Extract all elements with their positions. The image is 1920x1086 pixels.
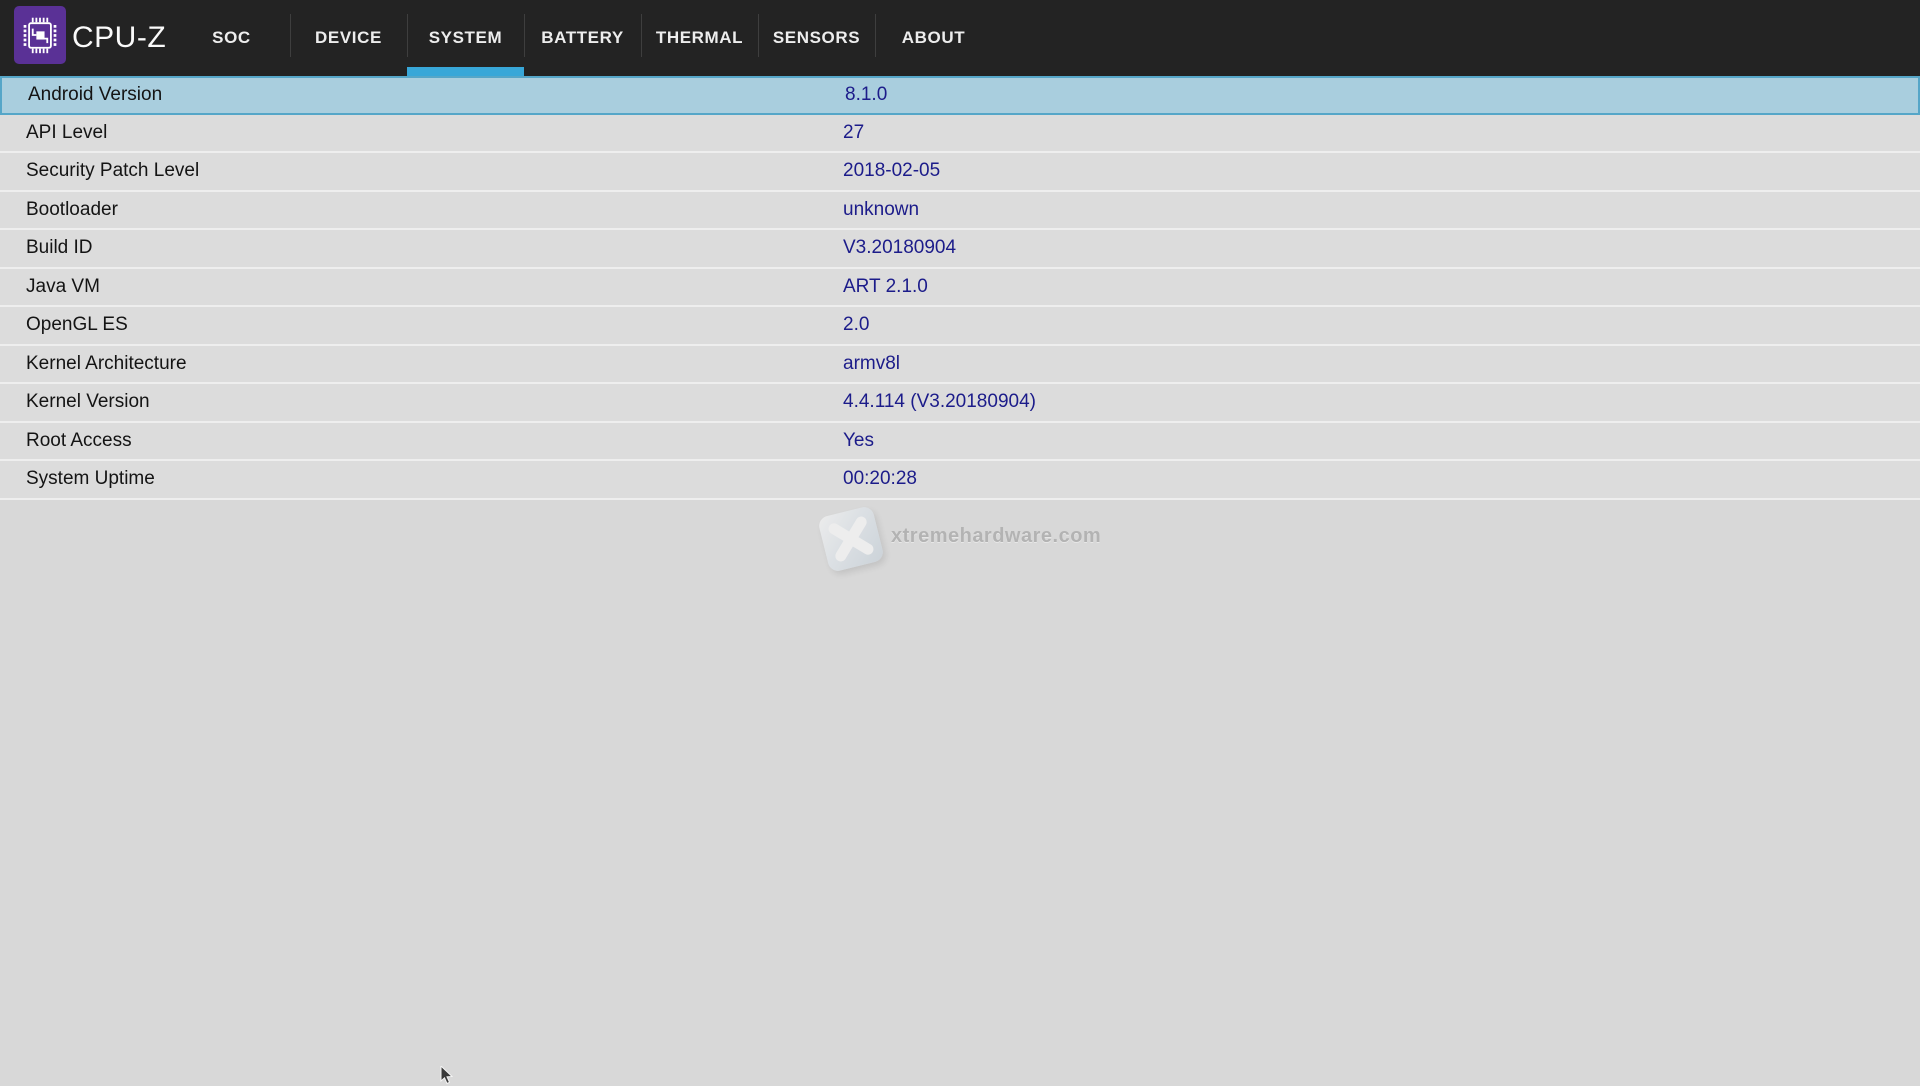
row-value: 2018-02-05 xyxy=(843,160,940,182)
tab-bar: SOC DEVICE SYSTEM BATTERY THERMAL SENSOR… xyxy=(173,0,992,76)
row-label: API Level xyxy=(26,122,107,144)
row-label: Java VM xyxy=(26,276,100,298)
table-row-system-uptime[interactable]: System Uptime 00:20:28 xyxy=(0,461,1920,500)
cpu-z-logo xyxy=(14,6,66,64)
row-label: Security Patch Level xyxy=(26,160,199,182)
app-title: CPU-Z xyxy=(72,0,166,76)
system-info-table: Android Version 8.1.0 API Level 27 Secur… xyxy=(0,76,1920,500)
row-label: System Uptime xyxy=(26,468,155,490)
table-row-bootloader[interactable]: Bootloader unknown xyxy=(0,192,1920,231)
active-tab-indicator xyxy=(407,67,524,76)
table-row-opengl-es[interactable]: OpenGL ES 2.0 xyxy=(0,307,1920,346)
tab-sensors[interactable]: SENSORS xyxy=(758,0,875,76)
row-value: 2.0 xyxy=(843,314,869,336)
row-value: V3.20180904 xyxy=(843,237,956,259)
row-value: 4.4.114 (V3.20180904) xyxy=(843,391,1036,413)
watermark: xtremehardware.com xyxy=(823,505,1101,567)
table-row-security-patch-level[interactable]: Security Patch Level 2018-02-05 xyxy=(0,153,1920,192)
table-row-java-vm[interactable]: Java VM ART 2.1.0 xyxy=(0,269,1920,308)
tab-divider xyxy=(524,14,525,57)
tab-about[interactable]: ABOUT xyxy=(875,0,992,76)
row-value: Yes xyxy=(843,430,874,452)
mouse-cursor-icon xyxy=(440,1066,454,1086)
tab-divider xyxy=(407,14,408,57)
row-label: Bootloader xyxy=(26,199,118,221)
tab-divider xyxy=(875,14,876,57)
tab-system[interactable]: SYSTEM xyxy=(407,0,524,76)
app-bar: CPU-Z SOC DEVICE SYSTEM BATTERY THERMAL … xyxy=(0,0,1920,76)
tab-system-label: SYSTEM xyxy=(429,28,503,48)
watermark-text: xtremehardware.com xyxy=(891,525,1101,548)
table-row-root-access[interactable]: Root Access Yes xyxy=(0,423,1920,462)
tab-battery[interactable]: BATTERY xyxy=(524,0,641,76)
row-label: Android Version xyxy=(28,84,162,106)
row-label: Build ID xyxy=(26,237,93,259)
tab-divider xyxy=(641,14,642,57)
chip-icon xyxy=(20,12,60,58)
tab-divider xyxy=(290,14,291,57)
tab-divider xyxy=(758,14,759,57)
table-row-android-version[interactable]: Android Version 8.1.0 xyxy=(0,76,1920,115)
row-value: 8.1.0 xyxy=(845,84,887,106)
row-value: 27 xyxy=(843,122,864,144)
row-value: unknown xyxy=(843,199,919,221)
table-row-build-id[interactable]: Build ID V3.20180904 xyxy=(0,230,1920,269)
row-label: Kernel Version xyxy=(26,391,150,413)
tab-soc[interactable]: SOC xyxy=(173,0,290,76)
row-value: ART 2.1.0 xyxy=(843,276,928,298)
row-value: 00:20:28 xyxy=(843,468,917,490)
table-row-api-level[interactable]: API Level 27 xyxy=(0,115,1920,154)
row-label: Kernel Architecture xyxy=(26,353,187,375)
row-label: Root Access xyxy=(26,430,132,452)
tab-thermal[interactable]: THERMAL xyxy=(641,0,758,76)
table-row-kernel-architecture[interactable]: Kernel Architecture armv8l xyxy=(0,346,1920,385)
table-row-kernel-version[interactable]: Kernel Version 4.4.114 (V3.20180904) xyxy=(0,384,1920,423)
xtremehardware-logo-icon xyxy=(817,505,885,573)
row-value: armv8l xyxy=(843,353,900,375)
tab-device[interactable]: DEVICE xyxy=(290,0,407,76)
row-label: OpenGL ES xyxy=(26,314,128,336)
